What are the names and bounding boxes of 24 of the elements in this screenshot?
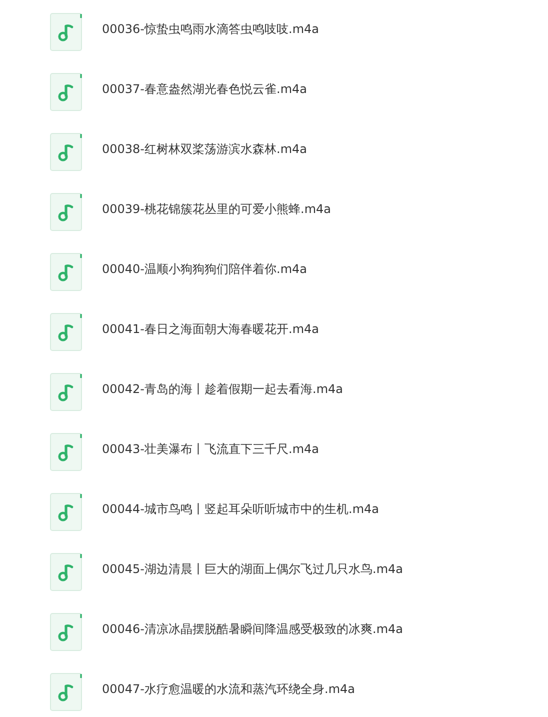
audio-file-icon[interactable]: [50, 253, 83, 291]
audio-file-icon[interactable]: [50, 73, 83, 111]
file-name[interactable]: 00041-春日之海面朝大海春暖花开.m4a: [102, 310, 319, 348]
audio-file-icon[interactable]: [50, 373, 83, 411]
file-name[interactable]: 00038-红树林双桨荡游滨水森林.m4a: [102, 130, 307, 168]
audio-file-icon[interactable]: [50, 433, 83, 471]
audio-file-icon[interactable]: [50, 553, 83, 591]
file-name[interactable]: 00043-壮美瀑布丨飞流直下三千尺.m4a: [102, 430, 319, 468]
audio-file-icon[interactable]: [50, 13, 83, 51]
audio-file-icon[interactable]: [50, 133, 83, 171]
audio-file-icon[interactable]: [50, 673, 83, 711]
audio-file-icon[interactable]: [50, 193, 83, 231]
file-name[interactable]: 00040-温顺小狗狗狗们陪伴着你.m4a: [102, 250, 307, 288]
file-name[interactable]: 00044-城市鸟鸣丨竖起耳朵听听城市中的生机.m4a: [102, 490, 379, 528]
audio-file-icon[interactable]: [50, 313, 83, 351]
file-name[interactable]: 00045-湖边清晨丨巨大的湖面上偶尔飞过几只水鸟.m4a: [102, 550, 403, 588]
file-name[interactable]: 00036-惊蛰虫鸣雨水滴答虫鸣吱吱.m4a: [102, 10, 319, 48]
file-name[interactable]: 00046-清凉冰晶摆脱酷暑瞬间降温感受极致的冰爽.m4a: [102, 610, 403, 648]
file-name[interactable]: 00039-桃花锦簇花丛里的可爱小熊蜂.m4a: [102, 190, 331, 228]
file-name[interactable]: 00047-水疗愈温暖的水流和蒸汽环绕全身.m4a: [102, 670, 355, 708]
audio-file-icon[interactable]: [50, 613, 83, 651]
file-name[interactable]: 00037-春意盎然湖光春色悦云雀.m4a: [102, 70, 307, 108]
audio-file-icon[interactable]: [50, 493, 83, 531]
file-name[interactable]: 00042-青岛的海丨趁着假期一起去看海.m4a: [102, 370, 343, 408]
